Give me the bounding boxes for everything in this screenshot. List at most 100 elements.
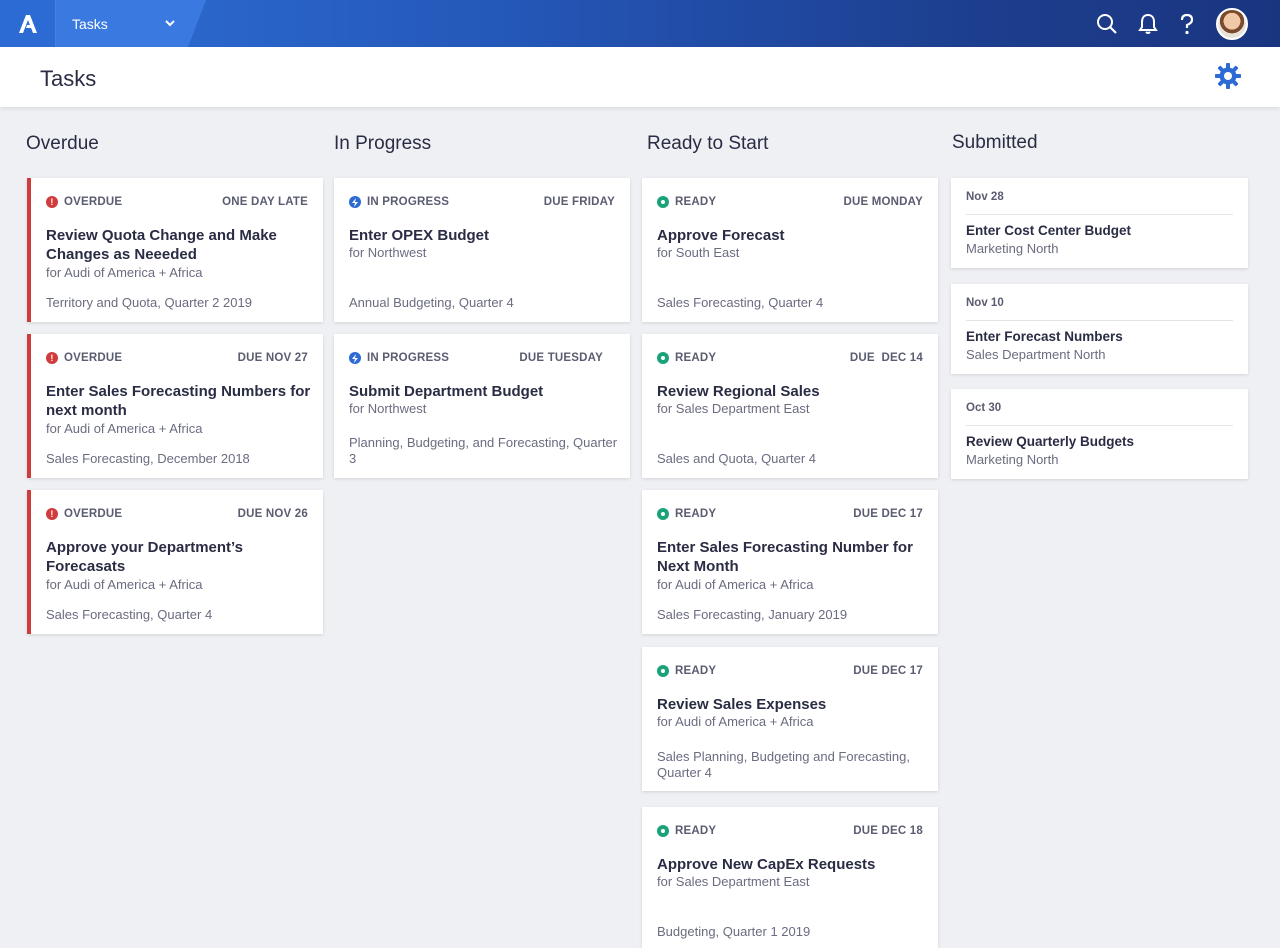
task-context: Sales and Quota, Quarter 4 [657,451,816,466]
status-label: IN PROGRESS [367,352,450,364]
page-header: Tasks [0,47,1280,107]
submitted-title: Enter Cost Center Budget [966,223,1132,238]
task-card[interactable]: OVERDUE DUE NOV 26 Approve your Departme… [27,490,323,634]
column-title-ready: Ready to Start [647,133,769,154]
task-title: Enter Sales Forecasting Numbers for next… [46,383,311,419]
task-card[interactable]: OVERDUE DUE NOV 27 Enter Sales Forecasti… [27,334,323,478]
task-card[interactable]: READY DUE DEC 17 Enter Sales Forecasting… [642,490,938,634]
task-card[interactable]: OVERDUE ONE DAY LATE Review Quota Change… [27,178,323,322]
column-title-in-progress: In Progress [334,133,432,154]
task-owner: for Sales Department East [657,874,810,889]
help-button[interactable] [1175,12,1199,36]
task-title: Approve New CapEx Requests [657,856,876,873]
submitted-date: Oct 30 [966,402,1002,414]
task-context: Sales Forecasting, Quarter 4 [657,295,824,310]
task-context: Sales Planning, Budgeting and Forecastin… [657,749,910,780]
submitted-org: Marketing North [966,241,1059,256]
task-owner: for Audi of America + Africa [657,577,814,592]
help-icon [1180,13,1194,35]
status-label: READY [675,825,717,837]
status-label: IN PROGRESS [367,196,450,208]
task-context: Territory and Quota, Quarter 2 2019 [46,295,252,310]
divider [966,320,1233,321]
page-title: Tasks [40,66,97,91]
task-context: Sales Forecasting, December 2018 [46,451,250,466]
task-title: Submit Department Budget [349,383,544,400]
task-owner: for South East [657,245,740,260]
app-switcher-label: Tasks [72,15,108,32]
task-context: Sales Forecasting, January 2019 [657,607,848,622]
status-label: READY [675,508,717,520]
divider [966,214,1233,215]
ready-icon [657,508,669,520]
due-label: DUE TUESDAY [519,352,603,364]
status-label: READY [675,352,717,364]
due-label: ONE DAY LATE [222,196,308,208]
task-owner: for Northwest [349,401,427,416]
task-owner: for Audi of America + Africa [46,265,203,280]
task-context: Sales Forecasting, Quarter 4 [46,607,213,622]
logo-icon [18,14,37,33]
status-label: OVERDUE [64,196,123,208]
due-label: DUE DEC 18 [853,825,923,837]
task-context: Annual Budgeting, Quarter 4 [349,295,514,310]
task-card[interactable]: READY DUE MONDAY Approve Forecast for So… [642,178,938,322]
ready-icon [657,352,669,364]
column-title-submitted: Submitted [952,132,1038,153]
task-context: Budgeting, Quarter 1 2019 [657,924,811,939]
top-navigation-bar: Tasks [0,0,1280,47]
user-avatar[interactable] [1216,8,1248,40]
task-title: Review Sales Expenses [657,696,827,713]
task-owner: for Northwest [349,245,427,260]
alert-icon [46,352,58,364]
notifications-button[interactable] [1136,12,1160,36]
anaplan-logo[interactable] [0,0,56,47]
task-title: Review Regional Sales [657,383,820,400]
status-label: OVERDUE [64,352,123,364]
task-title: Enter OPEX Budget [349,227,490,244]
alert-icon [46,508,58,520]
ready-icon [657,665,669,677]
due-label: DUE FRIDAY [543,196,615,208]
submitted-title: Enter Forecast Numbers [966,329,1123,344]
submitted-card[interactable]: Oct 30 Review Quarterly Budgets Marketin… [951,389,1248,479]
due-label: DUE DEC 17 [853,665,923,677]
task-card[interactable]: IN PROGRESS DUE TUESDAY Submit Departmen… [334,334,630,478]
app-switcher[interactable]: Tasks [56,0,206,47]
task-card[interactable]: READY DUE DEC 18 Approve New CapEx Reque… [642,807,938,948]
search-icon [1097,14,1117,34]
due-label: DUE DEC 17 [853,508,923,520]
task-context: Planning, Budgeting, and Forecasting, Qu… [349,435,618,466]
task-card[interactable]: IN PROGRESS DUE FRIDAY Enter OPEX Budget… [334,178,630,322]
bell-icon [1138,13,1158,34]
search-button[interactable] [1095,12,1119,36]
chevron-down-icon [165,20,175,27]
task-card[interactable]: READY DUE DEC 17 Review Sales Expenses f… [642,647,938,791]
ready-icon [657,196,669,208]
task-owner: for Sales Department East [657,401,810,416]
status-label: OVERDUE [64,508,123,520]
submitted-date: Nov 10 [966,297,1004,309]
task-title: Review Quota Change and Make Changes as … [46,227,277,263]
status-label: READY [675,196,717,208]
due-label: DUE MONDAY [843,196,923,208]
due-label: DUE NOV 26 [237,508,308,520]
task-owner: for Audi of America + Africa [657,714,814,729]
submitted-date: Nov 28 [966,191,1004,203]
submitted-title: Review Quarterly Budgets [966,434,1135,449]
submitted-card[interactable]: Nov 28 Enter Cost Center Budget Marketin… [951,178,1248,268]
alert-icon [46,196,58,208]
task-card[interactable]: READY DUE DEC 14 Review Regional Sales f… [642,334,938,478]
divider [966,425,1233,426]
task-owner: for Audi of America + Africa [46,421,203,436]
lightning-icon [349,352,361,364]
status-label: READY [675,665,717,677]
ready-icon [657,825,669,837]
task-title: Enter Sales Forecasting Number for Next … [657,539,913,575]
due-label: DUE NOV 27 [237,352,308,364]
gear-icon[interactable] [1214,62,1242,90]
submitted-card[interactable]: Nov 10 Enter Forecast Numbers Sales Depa… [951,284,1248,374]
task-owner: for Audi of America + Africa [46,577,203,592]
submitted-org: Sales Department North [966,347,1106,362]
task-title: Approve Forecast [657,227,785,244]
